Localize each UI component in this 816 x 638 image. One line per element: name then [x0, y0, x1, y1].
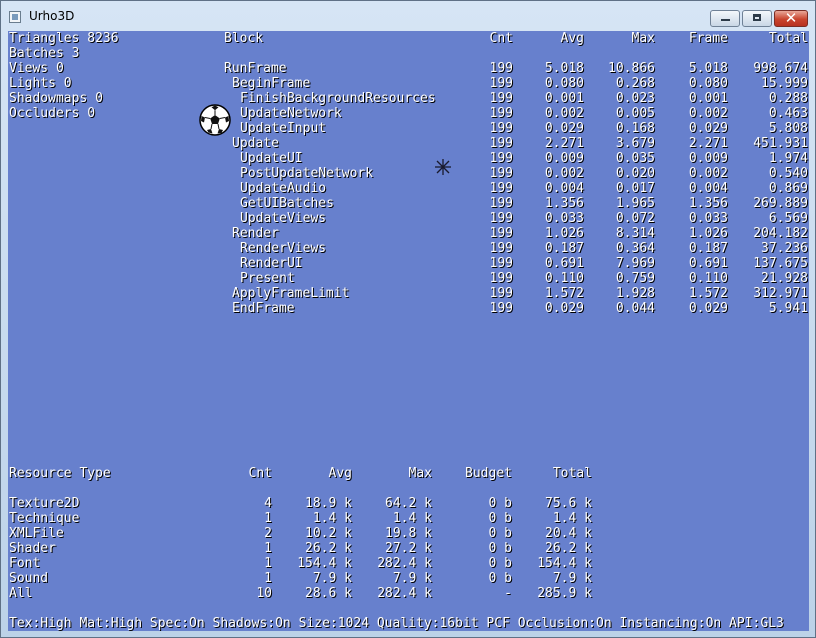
resource-header-total: Total	[552, 466, 592, 481]
resource-type: Shader	[9, 541, 56, 556]
profiler-block-name: PostUpdateNetwork	[240, 166, 374, 181]
profiler-block-name: UpdateUI	[240, 151, 303, 166]
resource-type: Sound	[9, 571, 49, 586]
soccer-ball-icon	[199, 104, 231, 136]
profiler-cell-total: 5.808	[768, 121, 808, 136]
stat-line: Occluders 0	[9, 106, 96, 121]
stat-line: Lights 0	[9, 76, 72, 91]
resource-cell-total: 75.6 k	[545, 496, 592, 511]
render-settings-status: Tex:High Mat:High Spec:On Shadows:On Siz…	[9, 616, 784, 631]
profiler-block-name: UpdateInput	[240, 121, 327, 136]
profiler-cell-total: 998.674	[753, 61, 808, 76]
profiler-cell-total: 0.869	[768, 181, 808, 196]
profiler-block-name: UpdateNetwork	[240, 106, 342, 121]
maximize-icon	[753, 14, 761, 21]
profiler-block-name: UpdateViews	[240, 211, 327, 226]
profiler-cell-total: 37.236	[761, 241, 808, 256]
resource-cell-total: 20.4 k	[545, 526, 592, 541]
profiler-block-name: RunFrame	[224, 61, 287, 76]
resource-cell-total: 7.9 k	[552, 571, 592, 586]
window-title: Urho3D	[29, 9, 75, 23]
profiler-block-name: Update	[232, 136, 279, 151]
resource-type: Font	[9, 556, 41, 571]
profiler-cell-total: 269.889	[753, 196, 808, 211]
resource-header-type: Resource Type	[9, 466, 111, 481]
profiler-header-block: Block	[224, 31, 264, 46]
stat-line: Views 0	[9, 61, 64, 76]
resource-cell-total: 154.4 k	[537, 556, 592, 571]
app-window: Urho3D ✕ Triangles 8236 Batches 3 Views 0L…	[0, 0, 816, 638]
profiler-cell-total: 5.941	[768, 301, 808, 316]
profiler-header-total: Total	[768, 31, 808, 46]
resource-cell-total: 285.9 k	[537, 586, 592, 601]
profiler-block-name: GetUIBatches	[240, 196, 334, 211]
profiler-block-name: EndFrame	[232, 301, 295, 316]
profiler-block-name: ApplyFrameLimit	[232, 286, 350, 301]
profiler-cell-total: 204.182	[753, 226, 808, 241]
profiler-cell-total: 0.463	[768, 106, 808, 121]
profiler-block-name: Render	[232, 226, 279, 241]
stat-line: Batches 3	[9, 46, 80, 61]
profiler-cell-total: 15.999	[761, 76, 808, 91]
star-cursor-icon	[435, 159, 451, 175]
profiler-cell-total: 137.675	[753, 256, 808, 271]
title-bar[interactable]: Urho3D ✕	[1, 1, 815, 31]
minimize-icon	[721, 19, 730, 21]
profiler-cell-total: 312.971	[753, 286, 808, 301]
profiler-cell-total: 0.540	[768, 166, 808, 181]
minimize-button[interactable]	[710, 10, 740, 27]
stat-line: Shadowmaps 0	[9, 91, 103, 106]
profiler-block-name: RenderViews	[240, 241, 327, 256]
resource-type: Technique	[9, 511, 80, 526]
resource-type: All	[9, 586, 33, 601]
profiler-cell-total: 451.931	[753, 136, 808, 151]
profiler-cell-total: 0.288	[768, 91, 808, 106]
stat-line: Triangles 8236	[9, 31, 119, 46]
close-button[interactable]: ✕	[774, 9, 808, 27]
profiler-block-name: BeginFrame	[232, 76, 311, 91]
profiler-cell-total: 1.974	[768, 151, 808, 166]
render-viewport[interactable]: Triangles 8236 Batches 3 Views 0 Lights 0 Sh…	[8, 31, 809, 631]
profiler-cell-total: 21.928	[761, 271, 808, 286]
app-icon	[9, 11, 21, 23]
close-icon: ✕	[784, 9, 798, 27]
profiler-block-name: UpdateAudio	[240, 181, 327, 196]
profiler-cell-total: 6.569	[768, 211, 808, 226]
resource-type: XMLFile	[9, 526, 64, 541]
profiler-block-name: RenderUI	[240, 256, 303, 271]
profiler-block-name: Present	[240, 271, 295, 286]
maximize-button[interactable]	[742, 10, 772, 27]
resource-type: Texture2D	[9, 496, 80, 511]
resource-cell-total: 26.2 k	[545, 541, 592, 556]
resource-cell-total: 1.4 k	[552, 511, 592, 526]
